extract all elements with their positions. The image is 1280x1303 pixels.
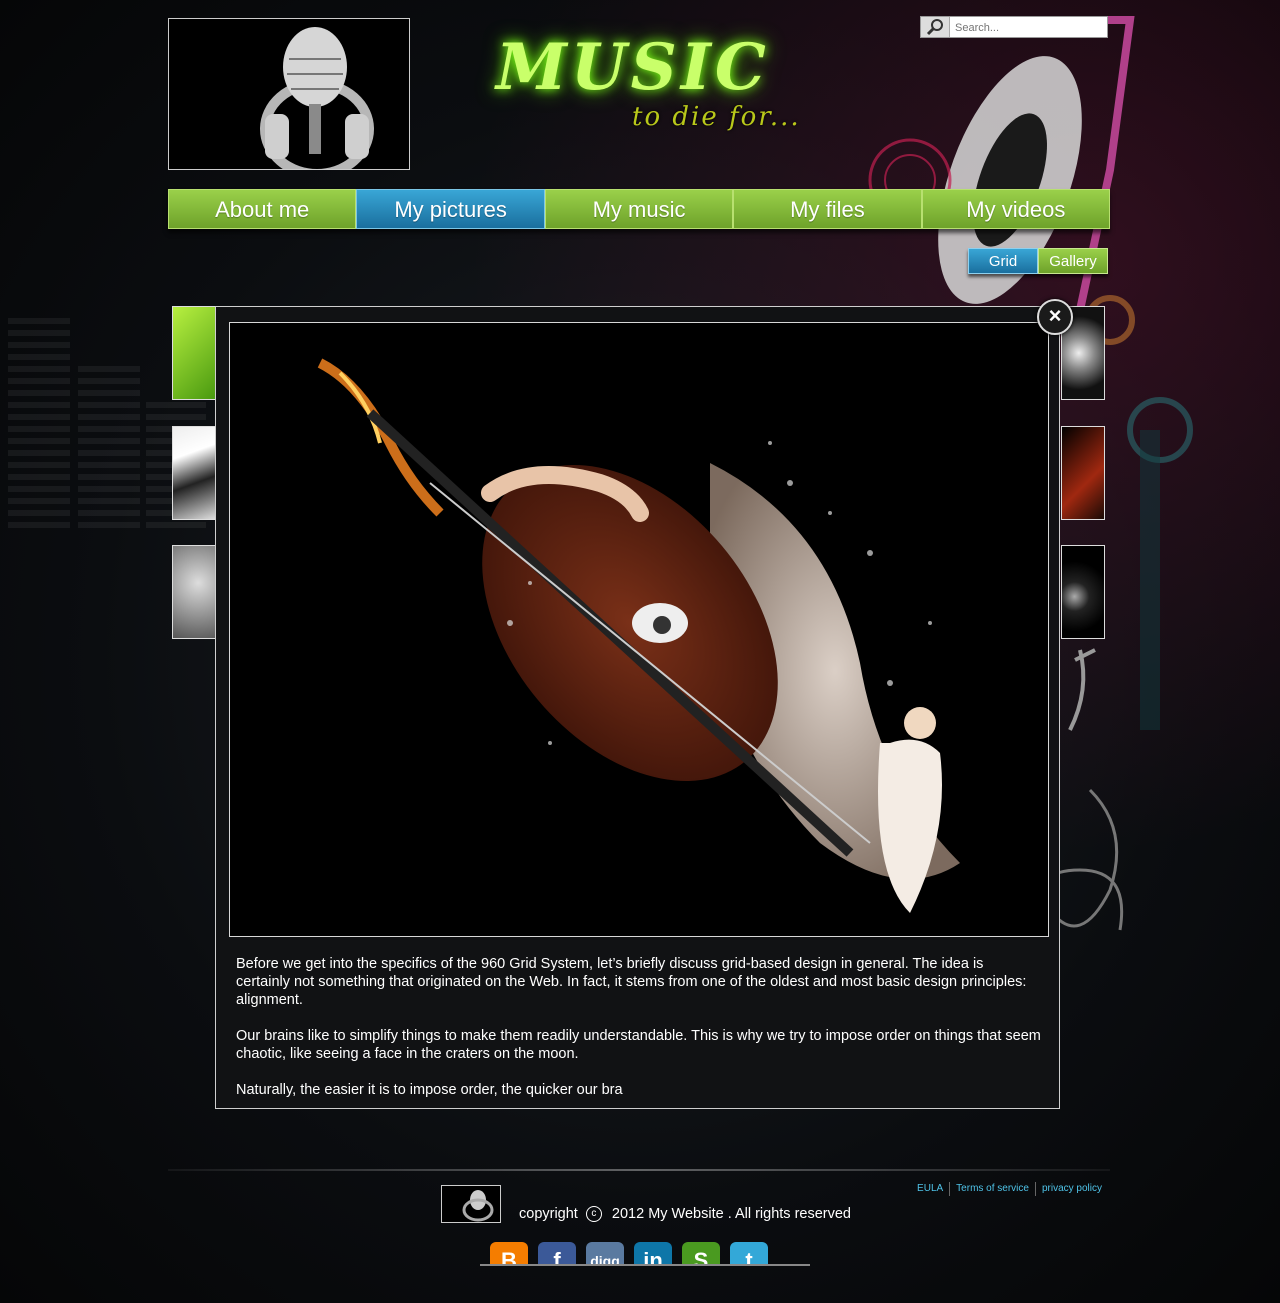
gallery-view-button[interactable]: Gallery	[1038, 248, 1108, 274]
nav-my-music[interactable]: My music	[544, 189, 734, 229]
lightbox-modal: Before we get into the specifics of the …	[215, 306, 1060, 1109]
nav-about-me[interactable]: About me	[168, 189, 357, 229]
linkedin-icon[interactable]: in	[634, 1242, 672, 1264]
copyright-notice: copyright c 2012 My Website . All rights…	[519, 1206, 851, 1223]
gallery-thumbnail[interactable]	[172, 426, 216, 520]
microphone-icon	[462, 1190, 494, 1222]
nav-my-files[interactable]: My files	[733, 189, 922, 229]
twitter-icon[interactable]: t	[730, 1242, 768, 1264]
footer-logo	[441, 1185, 501, 1223]
main-navigation: About me My pictures My music My files M…	[168, 189, 1111, 229]
microphone-icon	[260, 27, 374, 169]
search-box	[920, 16, 1108, 38]
gallery-thumbnail[interactable]	[172, 306, 216, 400]
brand-tagline: to die for...	[632, 102, 801, 132]
social-links: B f digg in S t	[480, 1242, 810, 1266]
lightbox-description: Before we get into the specifics of the …	[236, 955, 1041, 1117]
view-toggle: Grid Gallery	[968, 248, 1108, 274]
brand-title: MUSIC	[496, 30, 770, 105]
eula-link[interactable]: EULA	[911, 1182, 949, 1196]
header-microphone-image	[168, 18, 410, 170]
privacy-policy-link[interactable]: privacy policy	[1034, 1182, 1108, 1196]
description-paragraph: Before we get into the specifics of the …	[236, 956, 1027, 1008]
stumbleupon-icon[interactable]: S	[682, 1242, 720, 1264]
search-input[interactable]	[953, 19, 1107, 37]
copyright-icon: c	[585, 1206, 602, 1223]
footer-legal-links: EULA Terms of service privacy policy	[911, 1182, 1108, 1196]
gallery-thumbnail[interactable]	[172, 545, 216, 639]
gallery-thumbnail[interactable]	[1061, 545, 1105, 639]
nav-my-pictures[interactable]: My pictures	[356, 189, 545, 229]
nav-my-videos[interactable]: My videos	[921, 189, 1111, 229]
search-icon[interactable]	[921, 17, 950, 37]
blogger-icon[interactable]: B	[490, 1242, 528, 1264]
description-paragraph: Naturally, the easier it is to impose or…	[236, 1082, 623, 1098]
digg-icon[interactable]: digg	[586, 1242, 624, 1264]
copyright-text: 2012 My Website . All rights reserved	[611, 1206, 851, 1222]
facebook-icon[interactable]: f	[538, 1242, 576, 1264]
lightbox-image	[229, 322, 1049, 937]
footer-divider	[168, 1169, 1110, 1171]
terms-of-service-link[interactable]: Terms of service	[949, 1182, 1035, 1196]
description-paragraph: Our brains like to simplify things to ma…	[236, 1028, 1041, 1062]
grid-view-button[interactable]: Grid	[968, 248, 1038, 274]
gallery-thumbnail[interactable]	[1061, 426, 1105, 520]
violin-artwork-image	[317, 358, 960, 913]
brand-logo: MUSIC to die for...	[490, 30, 830, 140]
copyright-prefix: copyright	[519, 1206, 578, 1222]
close-modal-button[interactable]: ×	[1037, 299, 1073, 335]
